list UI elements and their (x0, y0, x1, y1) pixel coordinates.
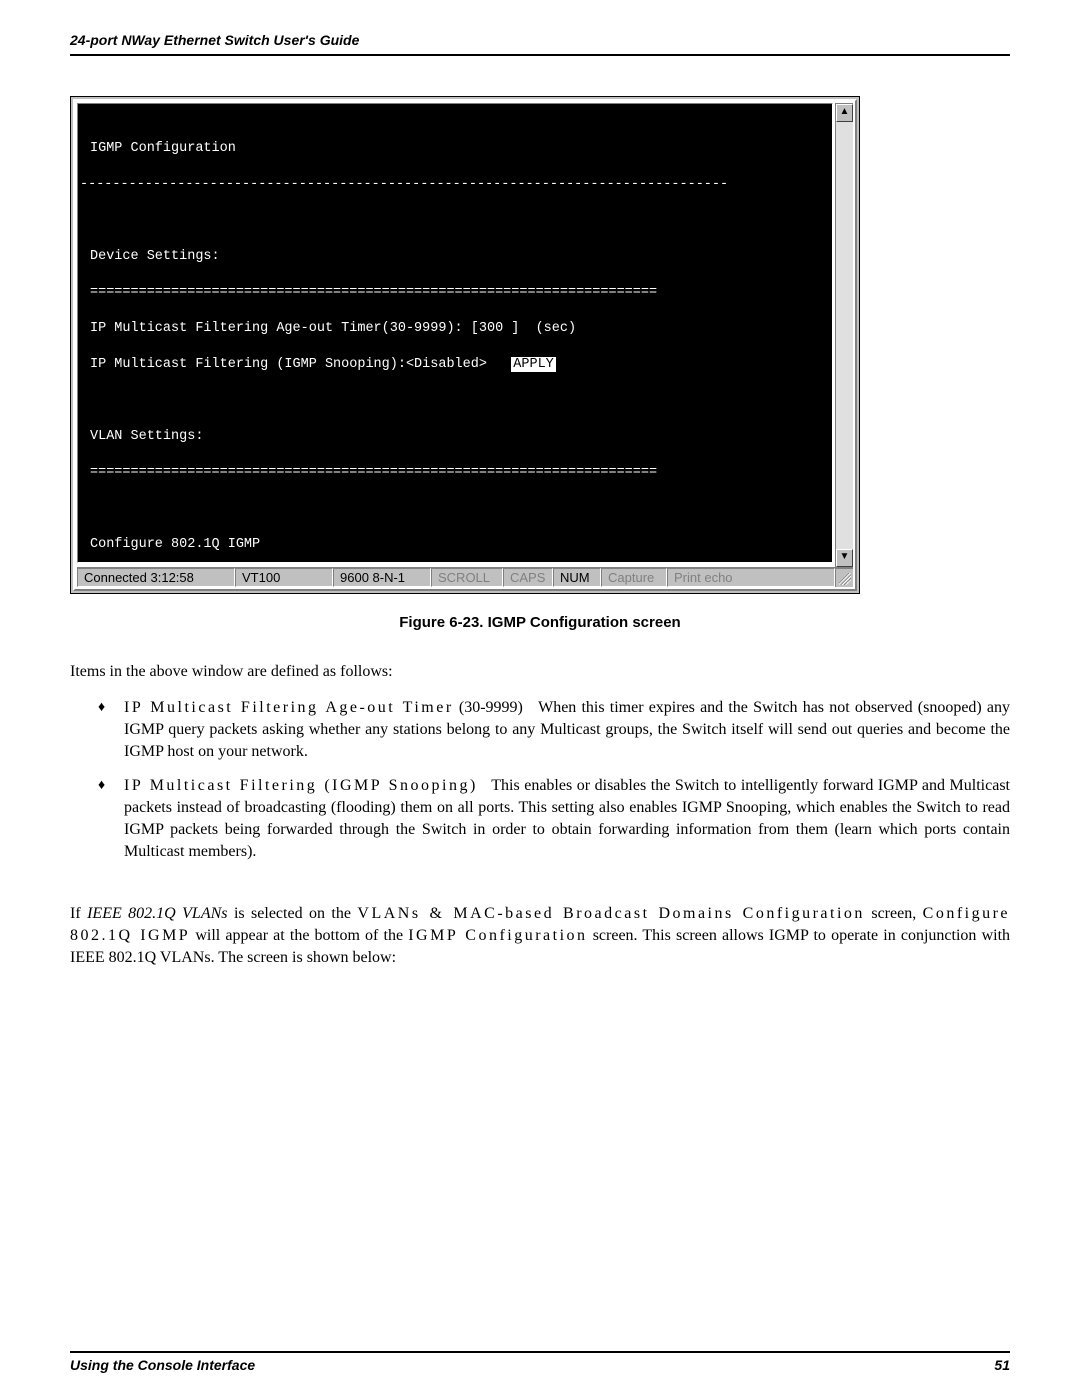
term-eq-rule-1: ========================================… (78, 284, 832, 302)
term-title: IGMP Configuration (78, 140, 832, 158)
p-seg: screen, (865, 905, 923, 922)
device-settings-label: Device Settings: (78, 248, 832, 266)
intro-text: Items in the above window are defined as… (70, 661, 1010, 683)
footer-rule (70, 1351, 1010, 1353)
term-blank (78, 212, 832, 230)
scroll-up-button[interactable]: ▲ (836, 104, 853, 122)
bullet-item-1: ♦ IP Multicast Filtering Age-out Timer (… (98, 697, 1010, 763)
closing-paragraph: If IEEE 802.1Q VLANs is selected on the … (70, 903, 1010, 969)
configure-8021q-link[interactable]: Configure 802.1Q IGMP (78, 536, 832, 554)
header-rule (70, 54, 1010, 56)
bullet-1-body: IP Multicast Filtering Age-out Timer (30… (124, 697, 1010, 763)
vlans-screen-ref: VLANs & MAC-based Broadcast Domains Conf… (357, 905, 865, 922)
terminal-screen: IGMP Configuration ---------------------… (77, 103, 833, 563)
term-dash-rule: ----------------------------------------… (78, 176, 832, 194)
status-emulation: VT100 (235, 568, 333, 587)
p-seg: will appear at the bottom of the (190, 927, 408, 944)
status-bar: Connected 3:12:58 VT100 9600 8-N-1 SCROL… (77, 567, 853, 587)
figure-caption: Figure 6-23. IGMP Configuration screen (70, 614, 1010, 631)
igmp-config-ref: IGMP Configuration (408, 927, 587, 944)
vertical-scrollbar[interactable]: ▲ ▼ (835, 103, 853, 567)
page-header-title: 24-port NWay Ethernet Switch User's Guid… (70, 32, 1010, 48)
bullet-icon: ♦ (98, 697, 124, 763)
bullet-2-body: IP Multicast Filtering (IGMP Snooping) T… (124, 775, 1010, 863)
page: 24-port NWay Ethernet Switch User's Guid… (0, 0, 1080, 1397)
age-out-timer-field[interactable]: IP Multicast Filtering Age-out Timer(30-… (78, 320, 832, 338)
status-connected: Connected 3:12:58 (77, 568, 235, 587)
igmp-snooping-row: IP Multicast Filtering (IGMP Snooping):<… (78, 356, 832, 374)
bullet-icon: ♦ (98, 775, 124, 863)
term-blank (78, 500, 832, 518)
bullet-1-label: IP Multicast Filtering Age-out Timer (124, 699, 454, 716)
ieee-vlans-ref: IEEE 802.1Q VLANs (87, 905, 227, 922)
status-caps: CAPS (503, 568, 553, 587)
bullet-2-label: IP Multicast Filtering (IGMP Snooping) (124, 777, 478, 794)
igmp-snooping-field[interactable]: IP Multicast Filtering (IGMP Snooping):<… (90, 357, 511, 372)
vlan-settings-label: VLAN Settings: (78, 428, 832, 446)
page-number: 51 (994, 1357, 1010, 1373)
p-seg: If (70, 905, 87, 922)
terminal-inner: IGMP Configuration ---------------------… (73, 99, 857, 591)
status-num: NUM (553, 568, 601, 587)
status-capture: Capture (601, 568, 667, 587)
bullet-item-2: ♦ IP Multicast Filtering (IGMP Snooping)… (98, 775, 1010, 863)
footer-section-title: Using the Console Interface (70, 1357, 255, 1373)
status-scroll: SCROLL (431, 568, 503, 587)
status-baud: 9600 8-N-1 (333, 568, 431, 587)
resize-grip[interactable] (835, 568, 853, 587)
status-print-echo: Print echo (667, 568, 835, 587)
term-eq-rule-2: ========================================… (78, 464, 832, 482)
term-blank (78, 392, 832, 410)
scroll-down-button[interactable]: ▼ (836, 549, 853, 567)
bullet-1-range: (30-9999) (459, 699, 523, 716)
terminal-window: IGMP Configuration ---------------------… (70, 96, 860, 594)
page-footer: Using the Console Interface 51 (70, 1351, 1010, 1373)
p-seg: is selected on the (228, 905, 358, 922)
apply-button[interactable]: APPLY (511, 357, 556, 372)
